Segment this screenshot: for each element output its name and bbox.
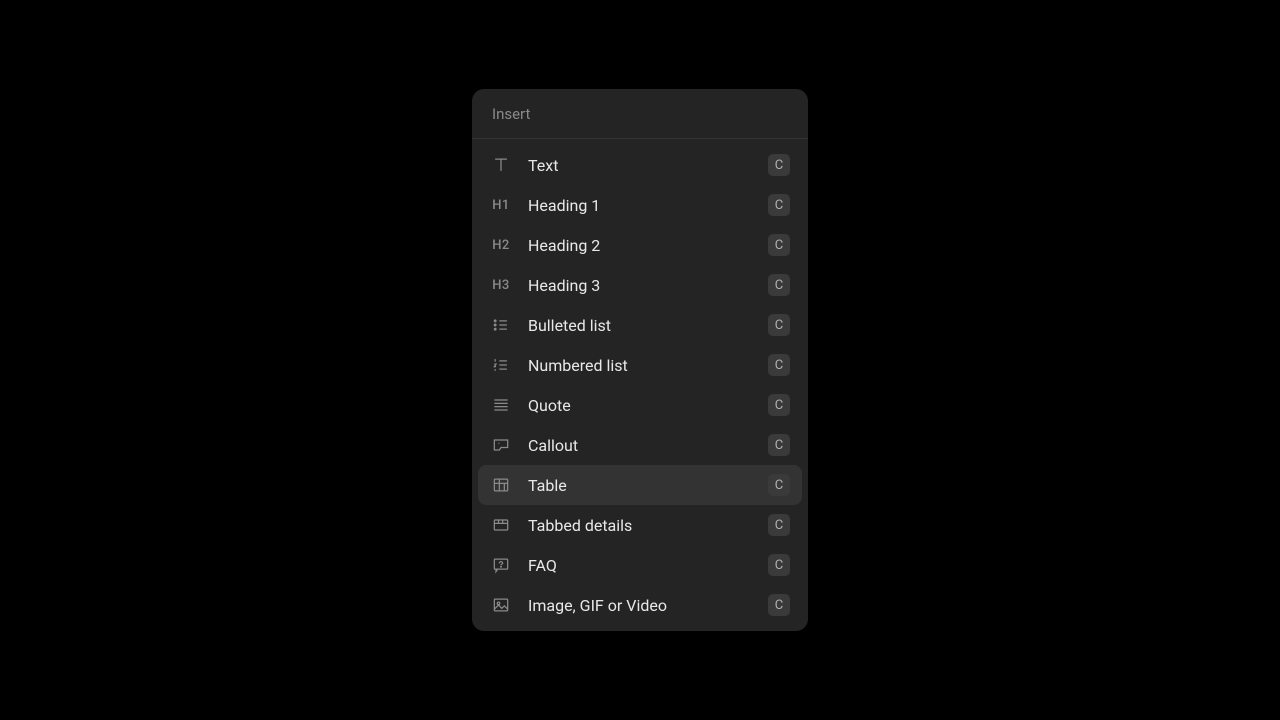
heading-1-icon: H1 [490, 194, 512, 216]
shortcut-badge: C [768, 394, 790, 416]
panel-title: Insert [472, 89, 808, 139]
menu-item-heading-3[interactable]: H3 Heading 3 C [478, 265, 802, 305]
shortcut-badge: C [768, 474, 790, 496]
menu-item-tabbed-details[interactable]: Tabbed details C [478, 505, 802, 545]
menu-item-label: Image, GIF or Video [528, 596, 752, 615]
callout-icon [490, 434, 512, 456]
menu-item-label: Heading 2 [528, 236, 752, 255]
heading-2-icon: H2 [490, 234, 512, 256]
menu-item-label: Tabbed details [528, 516, 752, 535]
menu-item-heading-2[interactable]: H2 Heading 2 C [478, 225, 802, 265]
text-icon [490, 154, 512, 176]
menu-item-table[interactable]: Table C [478, 465, 802, 505]
menu-item-label: Text [528, 156, 752, 175]
menu-item-quote[interactable]: Quote C [478, 385, 802, 425]
menu-item-heading-1[interactable]: H1 Heading 1 C [478, 185, 802, 225]
insert-panel: Insert Text C H1 Heading 1 C H2 Heading … [472, 89, 808, 631]
menu-item-label: Bulleted list [528, 316, 752, 335]
shortcut-badge: C [768, 314, 790, 336]
menu-item-numbered-list[interactable]: Numbered list C [478, 345, 802, 385]
menu-item-text[interactable]: Text C [478, 145, 802, 185]
menu-item-label: Heading 3 [528, 276, 752, 295]
image-icon [490, 594, 512, 616]
faq-icon [490, 554, 512, 576]
menu-item-label: Heading 1 [528, 196, 752, 215]
shortcut-badge: C [768, 234, 790, 256]
shortcut-badge: C [768, 594, 790, 616]
table-icon [490, 474, 512, 496]
shortcut-badge: C [768, 274, 790, 296]
menu-item-label: FAQ [528, 556, 752, 575]
tabbed-details-icon [490, 514, 512, 536]
menu-item-faq[interactable]: FAQ C [478, 545, 802, 585]
menu-item-label: Callout [528, 436, 752, 455]
shortcut-badge: C [768, 154, 790, 176]
menu-item-label: Quote [528, 396, 752, 415]
menu-item-callout[interactable]: Callout C [478, 425, 802, 465]
shortcut-badge: C [768, 514, 790, 536]
heading-3-icon: H3 [490, 274, 512, 296]
numbered-list-icon [490, 354, 512, 376]
menu-item-bulleted-list[interactable]: Bulleted list C [478, 305, 802, 345]
shortcut-badge: C [768, 354, 790, 376]
shortcut-badge: C [768, 554, 790, 576]
shortcut-badge: C [768, 434, 790, 456]
menu-item-image[interactable]: Image, GIF or Video C [478, 585, 802, 625]
quote-icon [490, 394, 512, 416]
bulleted-list-icon [490, 314, 512, 336]
menu-item-label: Table [528, 476, 752, 495]
menu-item-label: Numbered list [528, 356, 752, 375]
insert-menu: Text C H1 Heading 1 C H2 Heading 2 C H3 … [472, 139, 808, 631]
shortcut-badge: C [768, 194, 790, 216]
